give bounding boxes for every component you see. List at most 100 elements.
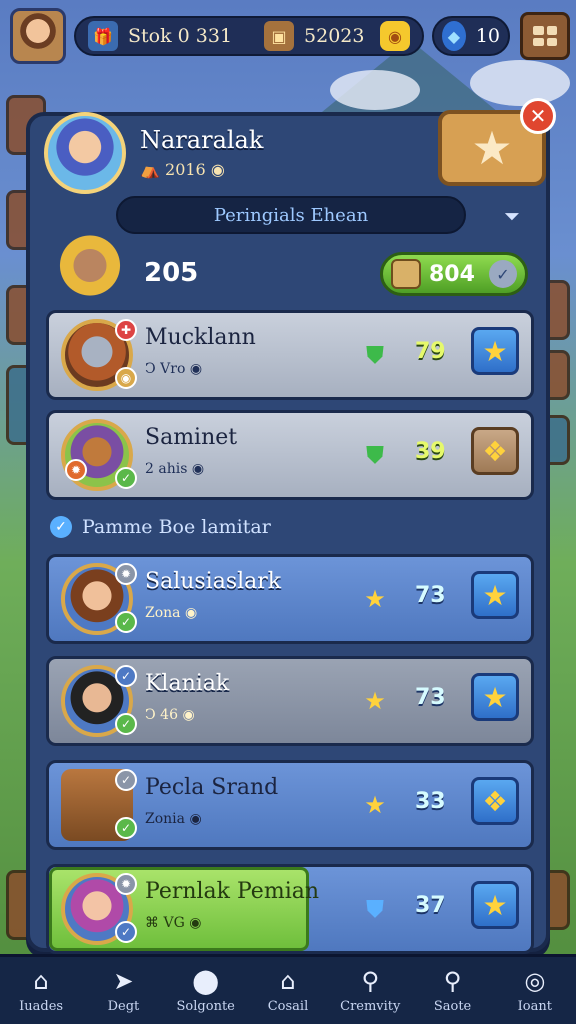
player-score: 79: [415, 339, 446, 364]
check-icon: ✓: [489, 260, 517, 288]
nav-label: Degt: [107, 999, 140, 1014]
gems-value: 10: [475, 25, 500, 47]
nav-label: Cosail: [267, 999, 309, 1014]
tab-selector[interactable]: Peringials Ehean: [116, 196, 466, 234]
player-name: Pernlak Pemian: [145, 879, 320, 904]
resource-stock: Stok 0 331: [128, 25, 233, 47]
section-title: Pamme Boe lamitar: [82, 516, 271, 538]
emblem-button[interactable]: ❖: [471, 777, 519, 825]
player-score: 39: [415, 439, 446, 464]
panel-header: Nararalak ⛺ 2016 ◉ ★ ✕ Peringials Ehean …: [30, 98, 556, 304]
player-score: 37: [415, 893, 446, 918]
top-bar: 🎁 Stok 0 331 ▣ 52023 ◉ ◆ 10: [6, 8, 570, 68]
house-icon: ⌂: [280, 967, 296, 995]
badge-icon: ◉: [115, 367, 137, 389]
player-sub: Ↄ 46 ◉: [145, 707, 195, 723]
star-button[interactable]: ★: [471, 673, 519, 721]
nav-item-location[interactable]: ⬤ Solgonte: [170, 967, 242, 1014]
player-sub: ⌘ VG ◉: [145, 915, 202, 931]
hero-subtitle: ⛺ 2016 ◉: [140, 160, 225, 179]
hero-avatar[interactable]: [44, 112, 126, 194]
nav-label: Ioant: [517, 999, 552, 1014]
nav-item-send[interactable]: ➤ Degt: [87, 967, 159, 1014]
gems-pill[interactable]: ◆ 10: [432, 16, 510, 56]
list-item[interactable]: ✚ ◉ Mucklann Ↄ Vro ◉ ⛊ 79 ★: [46, 310, 534, 400]
resource-gold: 52023: [304, 25, 365, 47]
my-avatar: [52, 234, 128, 304]
shield-icon: ⛊: [366, 441, 384, 469]
badge-icon: ✓: [115, 665, 137, 687]
star-button[interactable]: ★: [471, 571, 519, 619]
close-icon: ✕: [529, 104, 547, 128]
nav-item-target[interactable]: ◎ Ioant: [499, 967, 571, 1014]
badge-icon: ✹: [65, 459, 87, 481]
star-icon: ★: [482, 888, 508, 922]
nav-item-home[interactable]: ⌂ Iuades: [5, 967, 77, 1014]
gem-icon: ◆: [442, 21, 466, 51]
player-sub: 2 ahis ◉: [145, 461, 205, 477]
list-item[interactable]: ✓ ✓ Klaniak Ↄ 46 ◉ ★ 73 ★: [46, 656, 534, 746]
player-score: 73: [415, 685, 446, 710]
nav-label: Cremvity: [340, 999, 401, 1014]
map-pin-icon: ⬤: [192, 967, 220, 995]
badge-icon: ✓: [115, 769, 137, 791]
nav-item-house[interactable]: ⌂ Cosail: [252, 967, 324, 1014]
emblem-icon: ❖: [482, 434, 508, 468]
badge-icon: ✓: [115, 467, 137, 489]
star-icon: ★: [364, 687, 386, 715]
list-item[interactable]: ✹ ✓ Saminet 2 ahis ◉ ⛊ 39 ❖: [46, 410, 534, 500]
player-score: 73: [415, 583, 446, 608]
badge-icon: ✓: [115, 921, 137, 943]
coin-add-icon[interactable]: ◉: [380, 21, 410, 51]
check-icon: ✓: [50, 516, 72, 538]
star-icon: ★: [482, 680, 508, 714]
chest-icon: ▣: [264, 21, 295, 51]
badge-icon: ✓: [115, 713, 137, 735]
shield-icon: ⛊: [366, 895, 384, 923]
player-sub: Ↄ Vro ◉: [145, 361, 203, 377]
close-button[interactable]: ✕: [520, 98, 556, 134]
nav-item-search[interactable]: ⚲ Cremvity: [334, 967, 406, 1014]
badge-icon: ✹: [115, 873, 137, 895]
background-cloud: [330, 70, 420, 110]
list-item[interactable]: ✓ ✓ Pecla Srand Zonia ◉ ★ 33 ❖: [46, 760, 534, 850]
my-score: 205: [144, 258, 199, 288]
menu-button[interactable]: [520, 12, 570, 60]
star-icon: ★: [364, 791, 386, 819]
badge-icon: ✚: [115, 319, 137, 341]
shield-icon: ⛊: [366, 341, 384, 369]
nav-label: Saote: [433, 999, 472, 1014]
chest-icon: [391, 259, 421, 289]
player-name: Salusiaslark: [145, 569, 282, 594]
star-icon: ★: [482, 334, 508, 368]
filter-icon[interactable]: ⏷: [504, 204, 520, 228]
star-button[interactable]: ★: [471, 327, 519, 375]
list-item[interactable]: ✹ ✓ Salusiaslark Zona ◉ ★ 73 ★: [46, 554, 534, 644]
points-value: 804: [429, 261, 475, 287]
player-name: Saminet: [145, 425, 238, 450]
hero-name: Nararalak: [140, 126, 264, 154]
nav-label: Solgonte: [176, 999, 235, 1014]
player-sub-value: Vro: [160, 361, 186, 377]
send-icon: ➤: [113, 967, 134, 995]
magnifier-icon: ⚲: [443, 967, 462, 995]
resource-bar: 🎁 Stok 0 331 ▣ 52023 ◉: [74, 16, 424, 56]
star-icon: ★: [364, 585, 386, 613]
leaderboard-panel: Nararalak ⛺ 2016 ◉ ★ ✕ Peringials Ehean …: [26, 98, 556, 954]
badge-icon: ✓: [115, 611, 137, 633]
emblem-button[interactable]: ❖: [471, 427, 519, 475]
search-icon: ⚲: [361, 967, 380, 995]
player-sub-value: Zonia: [145, 811, 185, 827]
home-icon: ⌂: [33, 967, 49, 995]
player-sub: Zonia ◉: [145, 811, 202, 827]
nav-item-magnifier[interactable]: ⚲ Saote: [417, 967, 489, 1014]
gift-icon: 🎁: [88, 21, 118, 51]
player-avatar[interactable]: [10, 8, 66, 64]
list-item[interactable]: ✹ ✓ Pernlak Pemian ⌘ VG ◉ ⛊ 37 ★: [46, 864, 534, 954]
star-icon: ★: [482, 578, 508, 612]
star-icon: ★: [471, 121, 513, 175]
points-pill[interactable]: 804 ✓: [380, 252, 528, 296]
section-header: ✓ Pamme Boe lamitar: [50, 516, 271, 538]
player-name: Pecla Srand: [145, 775, 279, 800]
star-button[interactable]: ★: [471, 881, 519, 929]
